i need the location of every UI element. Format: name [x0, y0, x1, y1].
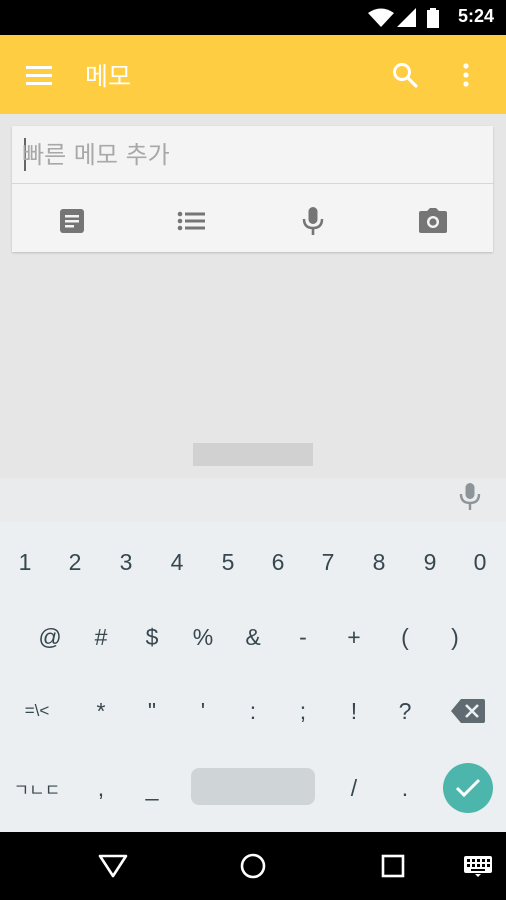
keyboard-mic-icon[interactable] [459, 482, 481, 512]
nav-keyboard-button[interactable] [458, 846, 498, 886]
key-open-paren[interactable]: ( [380, 612, 430, 662]
key-period[interactable]: . [380, 763, 430, 813]
recents-icon [381, 854, 405, 878]
key-slash[interactable]: / [329, 763, 379, 813]
note-icon [60, 209, 84, 233]
key-7[interactable]: 7 [303, 537, 353, 587]
card-divider [12, 183, 493, 184]
key-double-quote[interactable]: " [127, 686, 177, 736]
key-8[interactable]: 8 [354, 537, 404, 587]
key-at[interactable]: @ [25, 612, 75, 662]
home-icon [240, 853, 266, 879]
key-3[interactable]: 3 [101, 537, 151, 587]
keyboard-icon [464, 856, 492, 877]
key-2[interactable]: 2 [50, 537, 100, 587]
nav-back-button[interactable] [93, 846, 133, 886]
key-minus[interactable]: - [278, 612, 328, 662]
key-single-quote[interactable]: ' [178, 686, 228, 736]
navigation-bar [0, 832, 506, 900]
list-icon [177, 211, 205, 231]
status-time: 5:24 [457, 6, 494, 26]
key-backspace[interactable] [443, 686, 493, 736]
menu-icon[interactable] [26, 65, 52, 85]
key-space[interactable] [191, 768, 315, 805]
key-6[interactable]: 6 [253, 537, 303, 587]
photo-note-button[interactable] [413, 201, 453, 241]
key-plus[interactable]: + [329, 612, 379, 662]
backspace-icon [451, 699, 485, 723]
key-close-paren[interactable]: ) [430, 612, 480, 662]
key-1[interactable]: 1 [0, 537, 50, 587]
new-note-button[interactable] [52, 201, 92, 241]
suggestion-strip-bar [193, 443, 313, 466]
key-9[interactable]: 9 [405, 537, 455, 587]
key-hash[interactable]: # [76, 612, 126, 662]
key-question[interactable]: ? [380, 686, 430, 736]
key-0[interactable]: 0 [455, 537, 505, 587]
voice-note-button[interactable] [293, 201, 333, 241]
back-icon [98, 854, 128, 878]
mic-icon [302, 207, 324, 235]
keyboard-suggestion-strip [0, 478, 506, 522]
status-bar: 5:24 [0, 0, 506, 35]
key-5[interactable]: 5 [203, 537, 253, 587]
new-list-button[interactable] [171, 201, 211, 241]
key-exclamation[interactable]: ! [329, 686, 379, 736]
quick-note-input[interactable] [22, 132, 477, 178]
key-more-symbols[interactable]: =\< [12, 686, 62, 736]
key-korean-switch[interactable]: ㄱㄴㄷ [12, 763, 62, 813]
wifi-icon [368, 8, 394, 27]
key-semicolon[interactable]: ; [278, 686, 328, 736]
signal-icon [397, 8, 416, 27]
key-percent[interactable]: % [178, 612, 228, 662]
app-bar: 메모 [0, 35, 506, 114]
key-ampersand[interactable]: & [228, 612, 278, 662]
nav-recents-button[interactable] [373, 846, 413, 886]
key-underscore[interactable]: _ [127, 763, 177, 813]
key-4[interactable]: 4 [152, 537, 202, 587]
more-vert-icon[interactable] [461, 62, 471, 88]
app-title: 메모 [85, 62, 132, 91]
key-comma[interactable]: , [76, 763, 126, 813]
search-icon[interactable] [392, 62, 418, 88]
nav-home-button[interactable] [233, 846, 273, 886]
check-icon [455, 778, 481, 798]
key-dollar[interactable]: $ [127, 612, 177, 662]
key-asterisk[interactable]: * [76, 686, 126, 736]
key-done[interactable] [443, 763, 493, 813]
quick-note-card [12, 126, 493, 252]
camera-icon [419, 208, 447, 233]
key-colon[interactable]: : [228, 686, 278, 736]
battery-icon [427, 8, 439, 28]
